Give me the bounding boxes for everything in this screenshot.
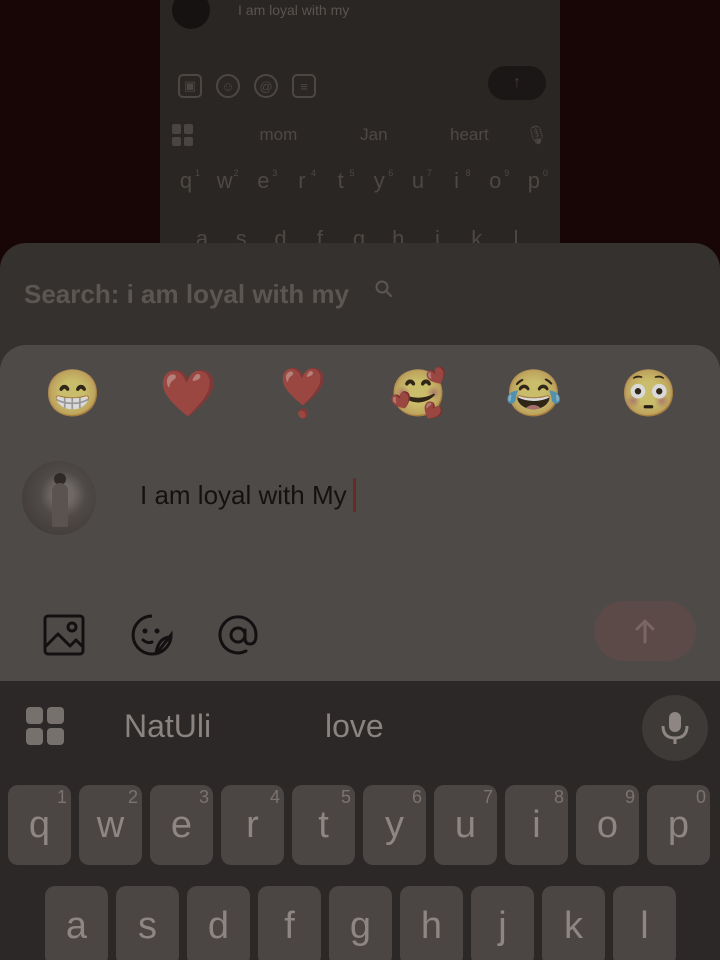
bg-key: q1 (179, 168, 200, 193)
text-caret (352, 478, 356, 512)
mic-button[interactable] (642, 695, 708, 761)
bg-key: o9 (489, 168, 510, 193)
key-k[interactable]: k (542, 886, 605, 960)
apps-grid-icon[interactable] (26, 707, 64, 745)
avatar (22, 461, 96, 535)
image-icon[interactable] (42, 613, 86, 657)
key-y[interactable]: y6 (363, 785, 426, 865)
bg-key: w2 (216, 168, 239, 193)
flushed-emoji-button[interactable]: 😳 (620, 364, 678, 422)
background-preview: I am loyal with my ▣ ☺ @ ≡ ↑ mom Jan hea… (160, 0, 560, 260)
search-icon[interactable] (374, 279, 394, 299)
quick-emoji-bar: 😁 ❤️ ❣️ 🥰 😂 😳 (44, 363, 678, 423)
key-w[interactable]: w2 (79, 785, 142, 865)
heart-exclamation-emoji-button[interactable]: ❣️ (274, 364, 332, 422)
key-h[interactable]: h (400, 886, 463, 960)
bg-key: y6 (373, 168, 394, 193)
microphone-icon (661, 712, 689, 744)
key-f[interactable]: f (258, 886, 321, 960)
key-o[interactable]: o9 (576, 785, 639, 865)
key-u[interactable]: u7 (434, 785, 497, 865)
suggestion-1[interactable]: NatUli (124, 701, 211, 751)
keyboard: NatUli love q1 w2 e3 r4 t5 y6 u7 i8 o9 p… (0, 681, 720, 960)
key-l[interactable]: l (613, 886, 676, 960)
key-e[interactable]: e3 (150, 785, 213, 865)
bg-key: t5 (337, 168, 355, 193)
bg-key: u7 (411, 168, 432, 193)
bg-apps-icon (172, 124, 193, 146)
bg-key: p0 (527, 168, 548, 193)
bg-key-row-1: q1 w2 e3 r4 t5 y6 u7 i8 o9 p0 (170, 168, 550, 208)
key-row-2: a s d f g h j k l (45, 886, 676, 960)
bg-suggestion: Jan (360, 125, 388, 144)
bg-suggestion: mom (259, 125, 298, 144)
key-j[interactable]: j (471, 886, 534, 960)
bg-message: I am loyal with my (172, 0, 350, 29)
comment-input[interactable]: I am loyal with My (140, 473, 680, 517)
bg-message-text: I am loyal with my (238, 2, 350, 18)
key-d[interactable]: d (187, 886, 250, 960)
bg-key: r4 (298, 168, 316, 193)
key-g[interactable]: g (329, 886, 392, 960)
smiling-hearts-emoji-button[interactable]: 🥰 (390, 364, 448, 422)
key-a[interactable]: a (45, 886, 108, 960)
key-s[interactable]: s (116, 886, 179, 960)
bg-note-icon: ≡ (292, 74, 316, 98)
at-mention-icon[interactable] (216, 613, 260, 657)
heart-emoji-button[interactable]: ❤️ (159, 364, 217, 422)
bg-suggestion-bar: mom Jan heart 🎙 (172, 118, 548, 152)
bg-mic-icon: 🎙 (525, 124, 548, 145)
bg-image-icon: ▣ (178, 74, 202, 98)
comment-input-value: I am loyal with My (140, 479, 347, 510)
bg-sticker-icon: ☺ (216, 74, 240, 98)
comment-composer: 😁 ❤️ ❣️ 🥰 😂 😳 I am loyal with My (0, 345, 720, 685)
bg-key: e3 (257, 168, 278, 193)
search-query-link[interactable]: Search: i am loyal with my (24, 279, 349, 310)
bg-avatar (172, 0, 210, 29)
key-p[interactable]: p0 (647, 785, 710, 865)
bg-send-button: ↑ (488, 66, 546, 100)
tears-of-joy-emoji-button[interactable]: 😂 (505, 364, 563, 422)
send-button[interactable] (594, 601, 696, 661)
key-r[interactable]: r4 (221, 785, 284, 865)
suggestion-2[interactable]: love (325, 701, 384, 751)
key-t[interactable]: t5 (292, 785, 355, 865)
bg-key: i8 (454, 168, 471, 193)
key-q[interactable]: q1 (8, 785, 71, 865)
bg-at-icon: @ (254, 74, 278, 98)
key-i[interactable]: i8 (505, 785, 568, 865)
grinning-emoji-button[interactable]: 😁 (44, 364, 102, 422)
sticker-icon[interactable] (130, 613, 174, 657)
arrow-up-icon (635, 619, 655, 644)
key-row-1: q1 w2 e3 r4 t5 y6 u7 i8 o9 p0 (8, 785, 710, 865)
bg-suggestion: heart (450, 125, 489, 144)
